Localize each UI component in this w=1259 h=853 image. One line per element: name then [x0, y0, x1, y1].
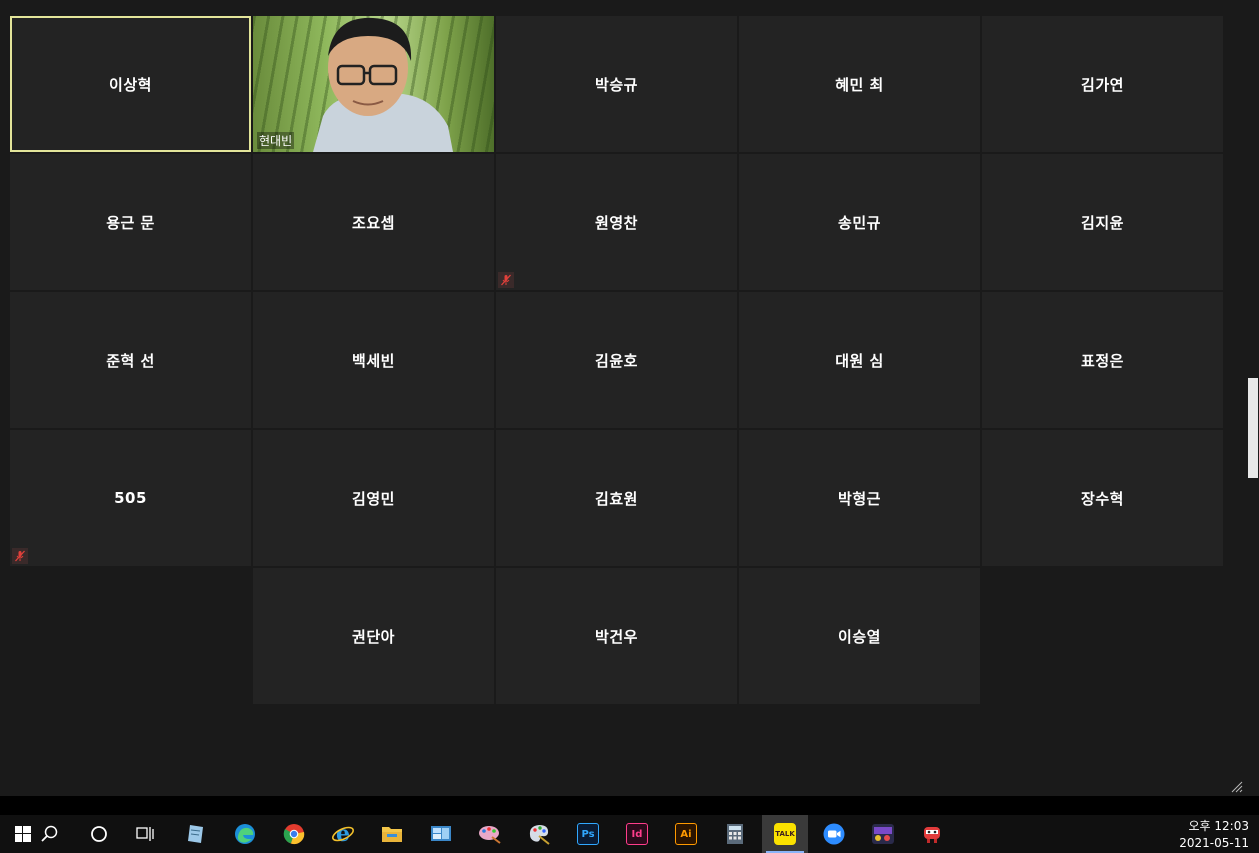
participant-tile[interactable]: 대원 심 [739, 292, 980, 428]
participant-tile[interactable]: 이상혁 [10, 16, 251, 152]
calculator-icon [726, 823, 744, 845]
participant-tile[interactable]: 표정은 [982, 292, 1223, 428]
participant-name: 박형근 [838, 489, 881, 508]
palette-icon [527, 823, 551, 845]
resize-grip-icon[interactable] [1229, 779, 1243, 793]
scrollbar-thumb[interactable] [1248, 378, 1258, 478]
participant-name: 김영민 [352, 489, 395, 508]
taskbar-control-panel-button[interactable] [418, 815, 464, 853]
search-icon [41, 825, 59, 843]
taskbar-paint-bucket-button[interactable] [467, 815, 513, 853]
photoshop-icon: Ps [577, 823, 599, 845]
chrome-icon [283, 823, 305, 845]
participant-tile[interactable]: 장수혁 [982, 430, 1223, 566]
participant-tile[interactable]: 박승규 [496, 16, 737, 152]
participant-tile[interactable]: 박형근 [739, 430, 980, 566]
taskbar-robot-button[interactable] [909, 815, 955, 853]
clock-date: 2021-05-11 [1179, 836, 1249, 850]
participant-name: 김가연 [1081, 75, 1124, 94]
taskbar-edge-button[interactable] [222, 815, 268, 853]
participant-tile[interactable]: 이승열 [739, 568, 980, 704]
clock-time: 오후 12:03 [1188, 819, 1249, 833]
participant-name: 대원 심 [835, 351, 884, 370]
participant-name: 혜민 최 [835, 75, 884, 94]
taskbar-cortana-button[interactable] [76, 815, 122, 853]
circle-icon [90, 825, 108, 843]
system-clock[interactable]: 오후 12:03 2021-05-11 [1179, 818, 1249, 852]
meeting-gallery-view: 이상혁 현대빈 박승규 혜민 최 김가연 용근 문 조요셉 원영찬 송민규 김지윤 준혁 선 백세빈 김… [0, 0, 1259, 796]
participant-name: 원영찬 [595, 213, 638, 232]
game-icon [871, 823, 895, 845]
notes-icon [185, 823, 207, 845]
taskbar-chrome-button[interactable] [271, 815, 317, 853]
participant-tile[interactable]: 백세빈 [253, 292, 494, 428]
taskbar-illustrator-button[interactable]: Ai [663, 815, 709, 853]
muted-microphone-icon [12, 548, 28, 564]
kakaotalk-icon: TALK [774, 823, 796, 845]
taskbar-photoshop-button[interactable]: Ps [565, 815, 611, 853]
participant-name: 박승규 [595, 75, 638, 94]
participant-name: 송민규 [838, 213, 881, 232]
task-view-icon [136, 825, 154, 843]
participant-name: 박건우 [595, 627, 638, 646]
participant-tile[interactable]: 조요셉 [253, 154, 494, 290]
taskbar-game-button[interactable] [860, 815, 906, 853]
participant-tile[interactable]: 김지윤 [982, 154, 1223, 290]
taskbar-kakaotalk-button[interactable]: TALK [762, 815, 808, 853]
participant-tile[interactable]: 송민규 [739, 154, 980, 290]
participant-tile[interactable]: 원영찬 [496, 154, 737, 290]
ie-icon: e [331, 822, 355, 846]
edge-icon [234, 823, 256, 845]
folder-icon [381, 824, 403, 844]
participant-name: 이승열 [838, 627, 881, 646]
taskbar-search-button[interactable] [27, 815, 73, 853]
participant-name: 용근 문 [106, 213, 155, 232]
participant-tile[interactable]: 김효원 [496, 430, 737, 566]
participant-name: 김지윤 [1081, 213, 1124, 232]
participant-tile[interactable]: 혜민 최 [739, 16, 980, 152]
participant-tile[interactable]: 권단아 [253, 568, 494, 704]
participant-name: 준혁 선 [106, 351, 155, 370]
control-panel-icon [430, 824, 452, 844]
paint-icon [478, 823, 502, 845]
taskbar-notes-button[interactable] [173, 815, 219, 853]
participant-name: 현대빈 [257, 132, 295, 149]
taskbar-file-explorer-button[interactable] [369, 815, 415, 853]
participant-name: 장수혁 [1081, 489, 1124, 508]
participant-tile[interactable]: 준혁 선 [10, 292, 251, 428]
participant-name: 김윤호 [595, 351, 638, 370]
windows-taskbar: e Ps Id Ai TALK 오후 12:03 2021-05-11 [0, 815, 1259, 853]
participant-tile[interactable]: 505 [10, 430, 251, 566]
taskbar-zoom-button[interactable] [811, 815, 857, 853]
participant-tile[interactable]: 김영민 [253, 430, 494, 566]
taskbar-internet-explorer-button[interactable]: e [320, 815, 366, 853]
svg-text:e: e [336, 822, 350, 846]
muted-microphone-icon [498, 272, 514, 288]
gallery-scrollbar[interactable] [1246, 0, 1259, 796]
taskbar-task-view-button[interactable] [122, 815, 168, 853]
participant-tile[interactable]: 박건우 [496, 568, 737, 704]
zoom-icon [823, 823, 845, 845]
illustrator-icon: Ai [675, 823, 697, 845]
robot-icon [921, 823, 943, 845]
participant-name: 백세빈 [352, 351, 395, 370]
window-bottom-edge [0, 796, 1259, 815]
participant-tile[interactable]: 용근 문 [10, 154, 251, 290]
participant-tile[interactable]: 김윤호 [496, 292, 737, 428]
participant-tile[interactable]: 현대빈 [253, 16, 494, 152]
taskbar-indesign-button[interactable]: Id [614, 815, 660, 853]
participant-name: 이상혁 [109, 75, 152, 94]
indesign-icon: Id [626, 823, 648, 845]
participant-name: 505 [114, 489, 147, 507]
participant-name: 권단아 [352, 627, 395, 646]
participant-name: 조요셉 [352, 213, 395, 232]
participant-tile[interactable]: 김가연 [982, 16, 1223, 152]
participant-name: 표정은 [1081, 351, 1124, 370]
participant-name: 김효원 [595, 489, 638, 508]
taskbar-calculator-button[interactable] [712, 815, 758, 853]
taskbar-paint-button[interactable] [516, 815, 562, 853]
